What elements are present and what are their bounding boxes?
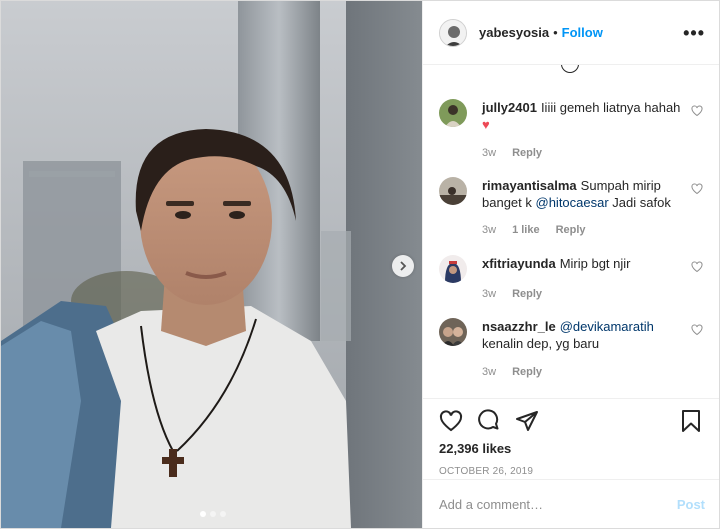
comment-item: nsaazzhr_le @devikamaratih kenalin dep, y… [439, 318, 707, 381]
post-header: yabesyosia • Follow ••• [423, 1, 719, 65]
comment-mention[interactable]: @hitocaesar [536, 195, 609, 210]
like-comment-heart-icon[interactable] [691, 105, 703, 117]
reply-button[interactable]: Reply [512, 286, 542, 303]
carousel-dot [220, 511, 226, 517]
comment-username[interactable]: jully2401 [482, 100, 537, 115]
heart-emoji: ♥ [482, 117, 490, 132]
action-icons [439, 407, 703, 435]
comment-input[interactable] [439, 496, 677, 512]
commenter-avatar[interactable] [439, 99, 467, 127]
comment-meta: 3w Reply [482, 145, 687, 162]
comments-list[interactable]: jully2401 Iiiii gemeh liatnya hahah ♥ 3w … [423, 65, 719, 398]
comment-meta: 3w Reply [482, 364, 687, 381]
post-comment-button[interactable]: Post [677, 497, 705, 512]
like-comment-heart-icon[interactable] [691, 324, 703, 336]
comment-body: xfitriayunda Mirip bgt njir 3w Reply [482, 255, 687, 303]
load-more-comments-icon[interactable] [561, 65, 579, 73]
comment-username[interactable]: xfitriayunda [482, 256, 556, 271]
author-avatar[interactable] [439, 18, 467, 47]
comment-bubble-icon[interactable] [477, 409, 501, 433]
carousel-indicator [200, 511, 226, 517]
more-options-icon[interactable]: ••• [683, 24, 705, 42]
like-comment-heart-icon[interactable] [691, 183, 703, 195]
comment-username[interactable]: rimayantisalma [482, 178, 577, 193]
like-heart-icon[interactable] [439, 409, 463, 433]
post-actions: 22,396 likes OCTOBER 26, 2019 [423, 398, 719, 482]
comment-time[interactable]: 3w [482, 286, 496, 303]
likes-count[interactable]: 22,396 likes [439, 441, 703, 456]
comment-meta: 3w 1 like Reply [482, 222, 687, 239]
post-viewer: yabesyosia • Follow ••• jully2401 Iiiii g… [0, 0, 720, 529]
comment-composer: Post [423, 479, 719, 528]
commenter-avatar[interactable] [439, 318, 467, 346]
comment-body: nsaazzhr_le @devikamaratih kenalin dep, y… [482, 318, 687, 381]
chevron-right-icon [400, 261, 407, 271]
comment-likes-count[interactable]: 1 like [512, 222, 540, 239]
comment-time[interactable]: 3w [482, 222, 496, 239]
comment-meta: 3w Reply [482, 286, 687, 303]
comment-mention[interactable]: @devikamaratih [560, 319, 654, 334]
like-comment-heart-icon[interactable] [691, 261, 703, 273]
reply-button[interactable]: Reply [512, 364, 542, 381]
comment-time[interactable]: 3w [482, 145, 496, 162]
comment-text: Iiiii gemeh liatnya hahah [540, 100, 681, 115]
comment-body: jully2401 Iiiii gemeh liatnya hahah ♥ 3w … [482, 99, 687, 162]
comment-text: Jadi safok [608, 195, 671, 210]
portrait-photo [1, 1, 422, 528]
follow-button[interactable]: Follow [562, 25, 603, 40]
comment-text: Mirip bgt njir [559, 256, 631, 271]
avatar-image [439, 318, 467, 346]
avatar-image [440, 19, 466, 46]
author-username[interactable]: yabesyosia [479, 25, 549, 40]
post-date[interactable]: OCTOBER 26, 2019 [439, 466, 703, 477]
reply-button[interactable]: Reply [512, 145, 542, 162]
reply-button[interactable]: Reply [556, 222, 586, 239]
comment-item: rimayantisalma Sumpah mirip banget k @hit… [439, 177, 707, 239]
bookmark-icon[interactable] [679, 409, 703, 433]
comment-username[interactable]: nsaazzhr_le [482, 319, 556, 334]
avatar-image [439, 255, 467, 283]
commenter-avatar[interactable] [439, 177, 467, 205]
comment-text: kenalin dep, yg baru [482, 336, 600, 351]
share-paper-plane-icon[interactable] [515, 409, 539, 433]
avatar-image [439, 177, 467, 205]
comment-time[interactable]: 3w [482, 364, 496, 381]
separator-dot: • [553, 25, 558, 40]
comment-item: jully2401 Iiiii gemeh liatnya hahah ♥ 3w … [439, 99, 707, 162]
comment-body: rimayantisalma Sumpah mirip banget k @hit… [482, 177, 687, 239]
carousel-dot [210, 511, 216, 517]
carousel-dot [200, 511, 206, 517]
post-photo[interactable] [1, 1, 422, 528]
avatar-image [439, 99, 467, 127]
commenter-avatar[interactable] [439, 255, 467, 283]
next-photo-button[interactable] [392, 255, 414, 277]
post-sidebar: yabesyosia • Follow ••• jully2401 Iiiii g… [422, 1, 719, 528]
comment-item: xfitriayunda Mirip bgt njir 3w Reply [439, 255, 707, 303]
